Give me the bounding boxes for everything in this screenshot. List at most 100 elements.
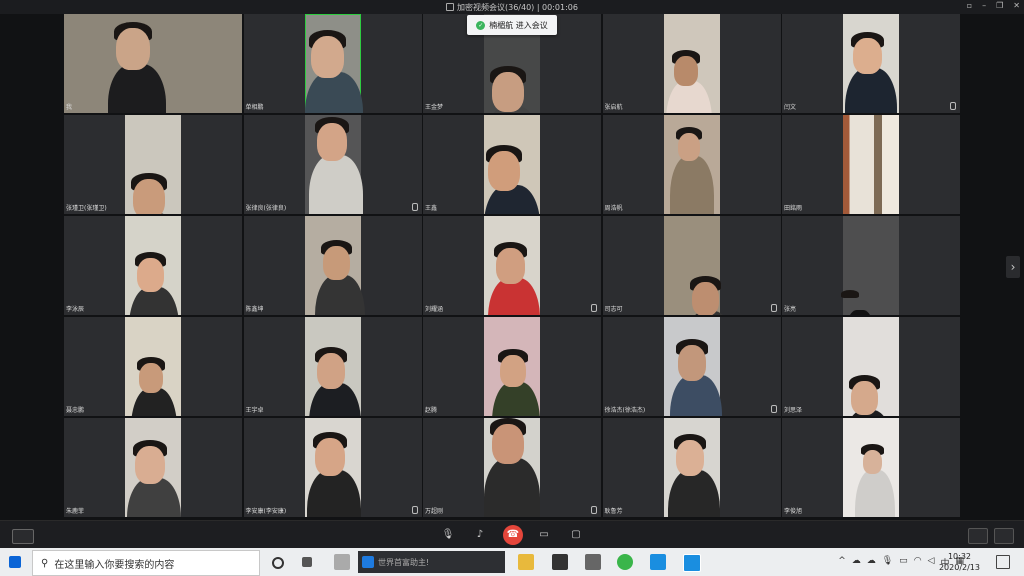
participant-video (843, 115, 899, 214)
cortana-icon[interactable] (272, 557, 284, 569)
person-face (677, 345, 707, 381)
person-body (845, 68, 897, 113)
minimize-button[interactable]: – (982, 1, 986, 10)
participant-name: 司志可 (604, 306, 623, 313)
participant-video (663, 317, 722, 416)
cloud2-icon[interactable]: ☁ (867, 556, 876, 569)
next-page-button[interactable]: › (1006, 256, 1020, 278)
person-face (314, 438, 345, 476)
participant-video (484, 115, 540, 214)
person-body (855, 469, 895, 517)
participant-tile[interactable]: 张律良(张律良) (243, 115, 422, 214)
battery-icon[interactable]: ▭ (899, 556, 908, 569)
person-body (314, 274, 365, 315)
windows-start-icon[interactable] (9, 556, 21, 568)
participant-video (304, 115, 363, 214)
person-body (669, 375, 722, 416)
person-face (500, 355, 526, 387)
person-face (116, 28, 150, 70)
chevron-up-icon[interactable]: ^ (838, 556, 846, 569)
person-body (308, 155, 363, 214)
participant-tile[interactable]: 司志可 (602, 216, 781, 315)
taskbar-search-input[interactable]: 在这里输入你要搜索的内容 (54, 556, 174, 571)
participant-tile[interactable]: 我 (64, 14, 242, 113)
participant-tile[interactable]: 张启航 (602, 14, 781, 113)
participant-tile[interactable]: 刘耀涵 (423, 216, 601, 315)
mic-tray-icon[interactable]: 🎙 (882, 556, 893, 569)
person-body (304, 71, 363, 113)
lock-icon (445, 3, 454, 11)
member-list-icon[interactable] (994, 528, 1014, 544)
participant-tile[interactable]: 闫文 (782, 14, 960, 113)
invite-user-icon[interactable] (968, 528, 988, 544)
participant-tile[interactable]: 王宇卓 (243, 317, 422, 416)
participant-name: 周浩帆 (604, 205, 623, 212)
person-body (306, 470, 361, 517)
person-face (673, 56, 698, 86)
browser-search-box[interactable]: 世界首富助主! (358, 551, 505, 573)
participant-video (484, 317, 540, 416)
participant-tile[interactable]: 王鑫 (423, 115, 601, 214)
participant-tile[interactable]: 赵腾 (423, 317, 601, 416)
participant-tile[interactable]: 朱鹿菲 (64, 418, 242, 517)
mic-icon (411, 506, 418, 514)
participant-tile[interactable]: 田銘雨 (782, 115, 960, 214)
participant-name: 张瑾卫(张瑾卫) (66, 205, 107, 212)
participant-tile[interactable]: 周浩帆 (602, 115, 781, 214)
participant-tile[interactable]: 李俊旭 (782, 418, 960, 517)
person-body (127, 478, 181, 517)
participant-tile[interactable]: 张亮 (782, 216, 960, 315)
browser-icon[interactable] (617, 554, 633, 570)
participant-video (484, 216, 540, 315)
participant-video (304, 216, 365, 315)
notification-icon[interactable] (996, 555, 1010, 569)
participant-video (663, 418, 720, 517)
clock-time: 10:32 (947, 552, 972, 561)
ie-icon (362, 556, 374, 568)
participant-name: 田銘雨 (784, 205, 803, 212)
participant-video (663, 216, 734, 315)
grid-layout-icon[interactable] (12, 529, 34, 544)
search-icon: ⚲ (41, 557, 49, 569)
participant-tile[interactable]: 聂忠鹏 (64, 317, 242, 416)
pin-icon[interactable]: ▫ (967, 1, 972, 10)
participant-tile[interactable]: 陈鑫坤 (243, 216, 422, 315)
participant-video (125, 216, 181, 315)
taskbar-search[interactable]: ⚲ 在这里输入你要搜索的内容 (32, 550, 260, 576)
mic-icon (591, 506, 597, 514)
close-button[interactable]: ✕ (1013, 1, 1020, 10)
restore-button[interactable]: ❐ (996, 1, 1003, 10)
speaker-icon[interactable]: ♪ (472, 527, 488, 543)
participant-tile[interactable]: 耿鲁芳 (602, 418, 781, 517)
participant-tile[interactable]: 李安康(李安康) (243, 418, 422, 517)
participant-tile[interactable]: 单相鹏 (243, 14, 422, 113)
clock[interactable]: 10:32 2020/2/13 (939, 551, 980, 573)
participant-tile[interactable]: 徐浩杰(徐浩杰) (602, 317, 781, 416)
person-face (488, 151, 520, 191)
participant-tile[interactable]: 万超刚 (423, 418, 601, 517)
camera-icon[interactable]: ▭ (536, 527, 552, 543)
microphone-icon[interactable]: 🎙 (440, 527, 456, 543)
participant-video (843, 14, 899, 113)
wifi-icon[interactable]: ◠ (914, 556, 922, 569)
participant-video (125, 418, 181, 517)
screen-share-icon[interactable]: ▢ (568, 527, 584, 543)
task-view-icon[interactable] (302, 557, 312, 567)
app-icon[interactable] (334, 554, 350, 570)
participant-tile[interactable]: 刘思泽 (782, 317, 960, 416)
participant-tile[interactable]: 李泳辰 (64, 216, 242, 315)
participant-tile[interactable]: 张瑾卫(张瑾卫) (64, 115, 242, 214)
person-face (851, 381, 879, 415)
meeting-app-active-icon[interactable] (683, 554, 701, 572)
file-explorer-icon[interactable] (518, 554, 534, 570)
meeting-title-text: 加密视频会议(36/40) | 00:01:06 (456, 3, 578, 12)
end-call-icon[interactable]: ☎ (503, 525, 523, 545)
check-circle-icon: ✓ (476, 20, 486, 30)
store-icon[interactable] (552, 554, 568, 570)
cloud-icon[interactable]: ☁ (852, 556, 861, 569)
person-body (484, 458, 540, 517)
volume-icon[interactable]: ◁ (928, 556, 935, 569)
mail-icon[interactable] (585, 554, 601, 570)
participant-name: 聂忠鹏 (66, 407, 85, 414)
meeting-app-icon[interactable] (650, 554, 666, 570)
